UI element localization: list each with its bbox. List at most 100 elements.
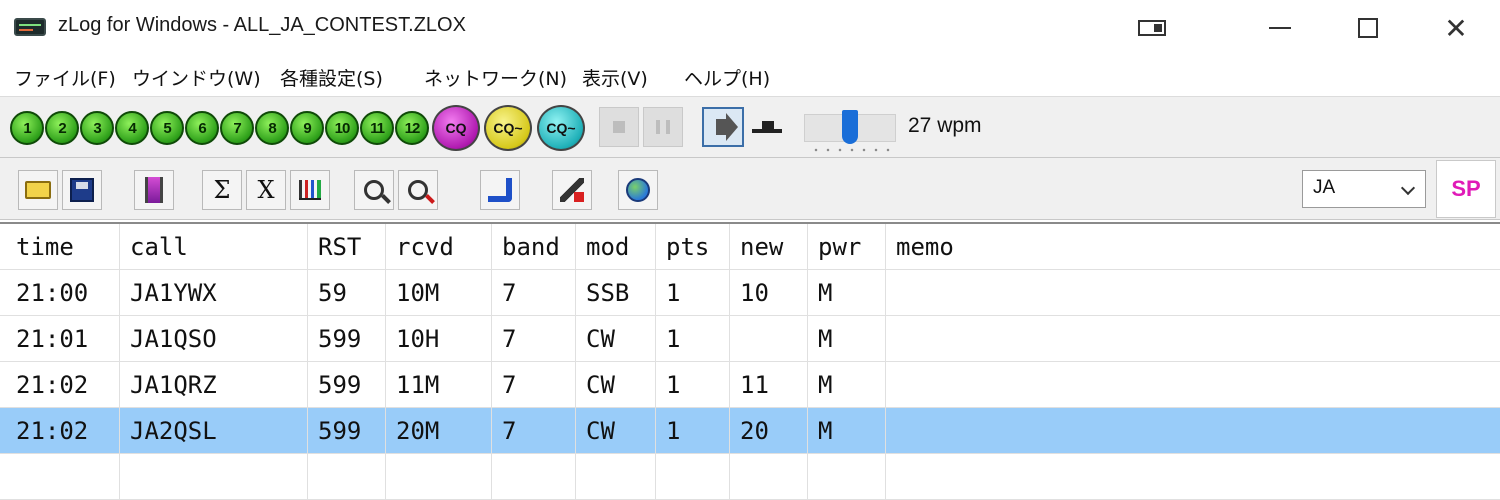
cw-message-button-3[interactable]: 3 — [80, 111, 114, 145]
cw-message-button-8[interactable]: 8 — [255, 111, 289, 145]
cell-pwr[interactable]: M — [808, 408, 886, 454]
cell-pwr[interactable] — [808, 454, 886, 500]
menu-view[interactable]: 表示(V) — [582, 64, 648, 91]
cell-mod[interactable]: CW — [576, 316, 656, 362]
cell-rcvd[interactable] — [386, 454, 492, 500]
header-rst[interactable]: RST — [308, 224, 386, 270]
sp-button[interactable]: SP — [1436, 160, 1496, 218]
cell-pts[interactable]: 1 — [656, 408, 730, 454]
cell-pts[interactable]: 1 — [656, 362, 730, 408]
cell-band[interactable]: 7 — [492, 408, 576, 454]
enter-button[interactable] — [480, 170, 520, 210]
cell-rst[interactable]: 59 — [308, 270, 386, 316]
table-row[interactable]: 21:02 JA1QRZ 599 11M 7 CW 1 11 M — [0, 362, 1500, 408]
cw-message-button-4[interactable]: 4 — [115, 111, 149, 145]
cw-message-button-10[interactable]: 10 — [325, 111, 359, 145]
header-call[interactable]: call — [120, 224, 308, 270]
header-new[interactable]: new — [730, 224, 808, 270]
header-pwr[interactable]: pwr — [808, 224, 886, 270]
maximize-button[interactable] — [1324, 0, 1412, 56]
cell-pwr[interactable]: M — [808, 270, 886, 316]
cell-mod[interactable]: CW — [576, 408, 656, 454]
cell-rcvd[interactable]: 10M — [386, 270, 492, 316]
cell-mod[interactable]: SSB — [576, 270, 656, 316]
menu-network[interactable]: ネットワーク(N) — [424, 64, 567, 91]
cq-repeat-button-3[interactable]: CQ~ — [537, 105, 585, 151]
key-toggle[interactable] — [746, 107, 788, 147]
multipliers-button[interactable]: X — [246, 170, 286, 210]
cell-time[interactable]: 21:01 — [6, 316, 120, 362]
cluster-button[interactable] — [618, 170, 658, 210]
cell-memo[interactable] — [886, 316, 1500, 362]
menu-settings[interactable]: 各種設定(S) — [280, 64, 383, 91]
cell-new[interactable]: 11 — [730, 362, 808, 408]
header-time[interactable]: time — [6, 224, 120, 270]
header-band[interactable]: band — [492, 224, 576, 270]
cell-memo[interactable] — [886, 408, 1500, 454]
cell-time[interactable]: 21:00 — [6, 270, 120, 316]
cw-message-button-6[interactable]: 6 — [185, 111, 219, 145]
cell-memo[interactable] — [886, 454, 1500, 500]
sidetone-toggle[interactable] — [702, 107, 744, 147]
summary-button[interactable]: Σ — [202, 170, 242, 210]
cell-rcvd[interactable]: 11M — [386, 362, 492, 408]
cw-message-button-7[interactable]: 7 — [220, 111, 254, 145]
find-dupe-button[interactable] — [398, 170, 438, 210]
header-mod[interactable]: mod — [576, 224, 656, 270]
header-rcvd[interactable]: rcvd — [386, 224, 492, 270]
cell-new[interactable]: 10 — [730, 270, 808, 316]
cell-memo[interactable] — [886, 362, 1500, 408]
cell-mod[interactable] — [576, 454, 656, 500]
table-row[interactable]: 21:01 JA1QSO 599 10H 7 CW 1 M — [0, 316, 1500, 362]
window-extra-button[interactable] — [1108, 0, 1196, 56]
cell-band[interactable]: 7 — [492, 270, 576, 316]
cell-pts[interactable]: 1 — [656, 270, 730, 316]
save-button[interactable] — [62, 170, 102, 210]
cw-message-button-11[interactable]: 11 — [360, 111, 394, 145]
cell-call[interactable] — [120, 454, 308, 500]
table-row-selected[interactable]: 21:02 JA2QSL 599 20M 7 CW 1 20 M — [0, 408, 1500, 454]
cell-call[interactable]: JA1QSO — [120, 316, 308, 362]
rate-graph-button[interactable] — [290, 170, 330, 210]
mode-select[interactable]: JA — [1302, 170, 1426, 208]
cq-button-1[interactable]: CQ — [432, 105, 480, 151]
cw-message-button-5[interactable]: 5 — [150, 111, 184, 145]
cw-message-button-9[interactable]: 9 — [290, 111, 324, 145]
stop-button[interactable] — [599, 107, 639, 147]
settings-tool-button[interactable] — [552, 170, 592, 210]
cell-pts[interactable] — [656, 454, 730, 500]
cell-time[interactable]: 21:02 — [6, 362, 120, 408]
find-button[interactable] — [354, 170, 394, 210]
close-button[interactable]: ✕ — [1412, 0, 1500, 56]
cell-band[interactable]: 7 — [492, 316, 576, 362]
partial-check-button[interactable] — [134, 170, 174, 210]
cell-rst[interactable] — [308, 454, 386, 500]
cw-message-button-2[interactable]: 2 — [45, 111, 79, 145]
header-pts[interactable]: pts — [656, 224, 730, 270]
cw-message-button-12[interactable]: 12 — [395, 111, 429, 145]
header-memo[interactable]: memo — [886, 224, 1500, 270]
cw-speed-slider-thumb[interactable] — [842, 110, 858, 144]
cell-pts[interactable]: 1 — [656, 316, 730, 362]
cell-band[interactable]: 7 — [492, 362, 576, 408]
minimize-button[interactable] — [1236, 0, 1324, 56]
cell-time[interactable] — [6, 454, 120, 500]
cell-new[interactable] — [730, 454, 808, 500]
cell-memo[interactable] — [886, 270, 1500, 316]
table-row[interactable]: 21:00 JA1YWX 59 10M 7 SSB 1 10 M — [0, 270, 1500, 316]
cell-mod[interactable]: CW — [576, 362, 656, 408]
cell-call[interactable]: JA1YWX — [120, 270, 308, 316]
menu-help[interactable]: ヘルプ(H) — [684, 64, 770, 91]
cw-message-button-1[interactable]: 1 — [10, 111, 44, 145]
pause-button[interactable] — [643, 107, 683, 147]
cell-rst[interactable]: 599 — [308, 316, 386, 362]
table-row-empty[interactable] — [0, 454, 1500, 500]
cell-call[interactable]: JA1QRZ — [120, 362, 308, 408]
menu-file[interactable]: ファイル(F) — [14, 64, 116, 91]
cell-new[interactable] — [730, 316, 808, 362]
open-file-button[interactable] — [18, 170, 58, 210]
cell-pwr[interactable]: M — [808, 316, 886, 362]
cell-band[interactable] — [492, 454, 576, 500]
cell-rcvd[interactable]: 10H — [386, 316, 492, 362]
cell-pwr[interactable]: M — [808, 362, 886, 408]
